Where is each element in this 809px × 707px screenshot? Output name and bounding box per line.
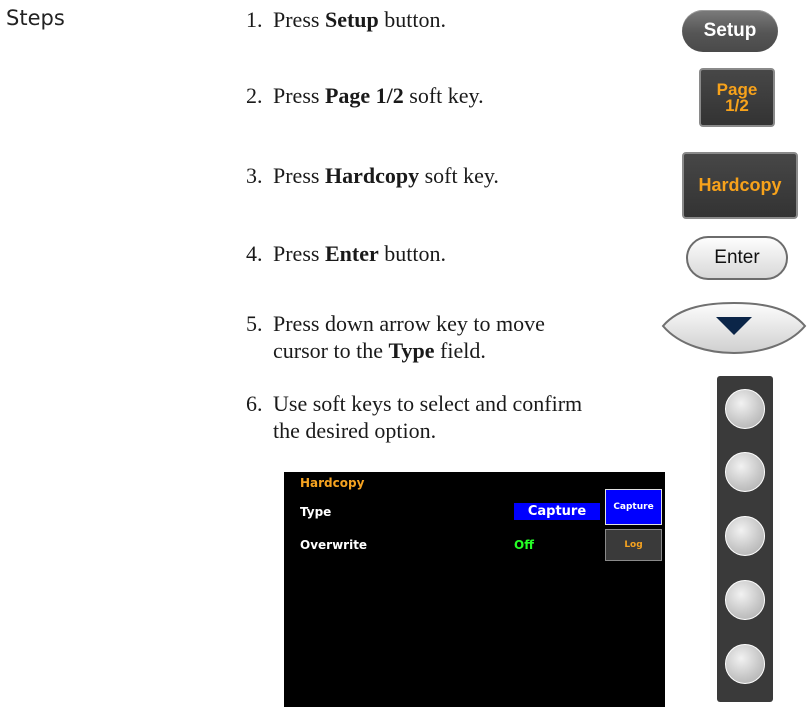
step-text: button. (378, 241, 446, 266)
softkey-5[interactable] (725, 644, 765, 684)
step-keyword: Page 1/2 (324, 83, 404, 108)
enter-button[interactable]: Enter (686, 236, 788, 280)
step-text: soft key. (419, 163, 499, 188)
step-text: soft key. (403, 83, 484, 108)
step-number: 5. (246, 311, 263, 336)
step-keyword: Hardcopy (324, 163, 420, 188)
step-text: Use soft keys to select and confirm (273, 391, 583, 416)
step-keyword: Enter (324, 241, 379, 266)
step-text: button. (378, 7, 446, 32)
down-arrow-key[interactable] (660, 300, 808, 356)
capture-softkey[interactable]: Capture (605, 489, 662, 525)
step-1: 1. Press Setup button. (246, 6, 446, 33)
step-number: 4. (246, 241, 263, 266)
softkey-column (717, 376, 773, 702)
step-number: 2. (246, 83, 263, 108)
setup-button[interactable]: Setup (682, 10, 778, 52)
softkey-1[interactable] (725, 389, 765, 429)
step-text: field. (434, 338, 486, 363)
step-6: 6. Use soft keys to select and confirm the… (246, 390, 582, 444)
step-number: 1. (246, 7, 263, 32)
section-label: Steps (6, 6, 65, 30)
softkey-2[interactable] (725, 452, 765, 492)
step-text: cursor to the (273, 338, 389, 363)
softkey-3[interactable] (725, 516, 765, 556)
step-number: 3. (246, 163, 263, 188)
overwrite-value[interactable]: Off (514, 538, 534, 552)
step-text: Press (273, 163, 325, 188)
hardcopy-softkey[interactable]: Hardcopy (682, 152, 798, 219)
step-text: Press down arrow key to move (273, 311, 545, 336)
step-3: 3. Press Hardcopy soft key. (246, 162, 499, 189)
log-softkey[interactable]: Log (605, 529, 662, 561)
softkey-4[interactable] (725, 580, 765, 620)
type-label: Type (300, 505, 332, 519)
step-text: Press (273, 241, 325, 266)
page-softkey[interactable]: Page 1/2 (699, 68, 775, 127)
type-value[interactable]: Capture (514, 503, 600, 520)
step-text: Press (273, 7, 325, 32)
screen-title: Hardcopy (300, 476, 365, 490)
step-2: 2. Press Page 1/2 soft key. (246, 82, 484, 109)
step-number: 6. (246, 391, 263, 416)
step-text: Press (273, 83, 325, 108)
step-text: the desired option. (273, 418, 437, 443)
step-4: 4. Press Enter button. (246, 240, 446, 267)
overwrite-label: Overwrite (300, 538, 368, 552)
step-keyword: Type (388, 338, 435, 363)
hardcopy-screen: Hardcopy Type Capture Overwrite Off Capt… (284, 472, 665, 707)
step-5: 5. Press down arrow key to move cursor to … (246, 310, 545, 364)
step-keyword: Setup (324, 7, 379, 32)
